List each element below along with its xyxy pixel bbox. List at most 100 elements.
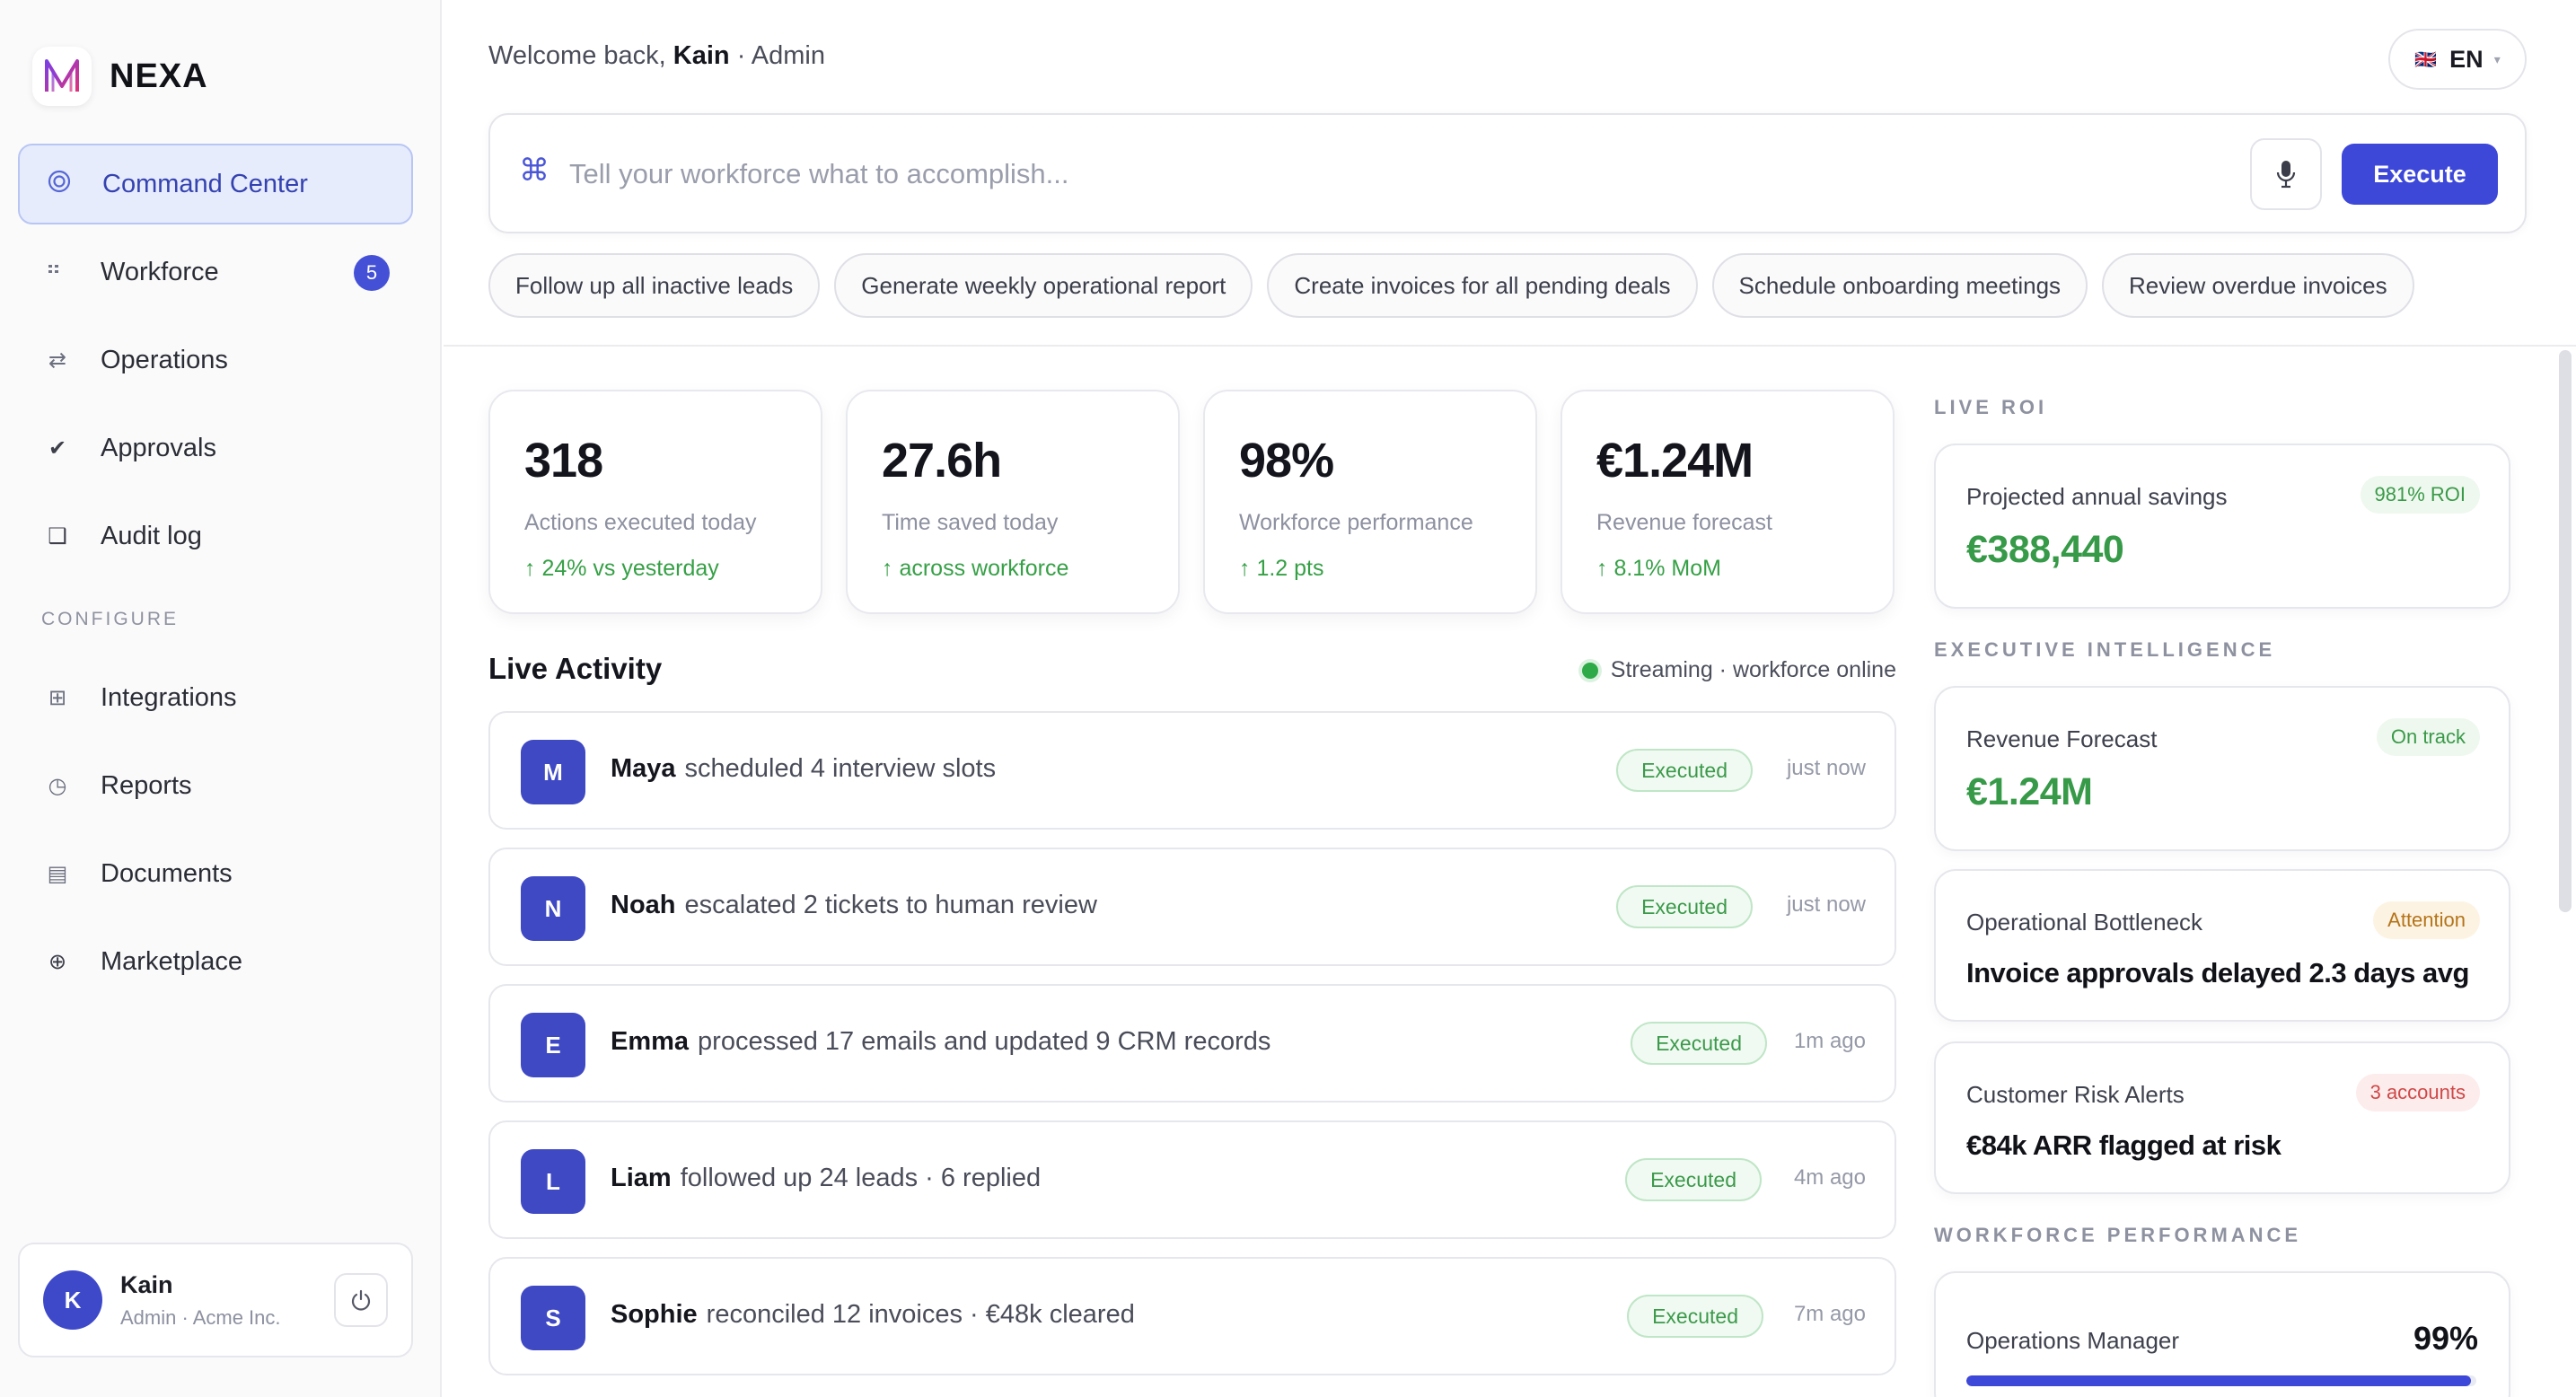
activity-time: 7m ago [1793, 1302, 1866, 1326]
sidebar-item-operations[interactable]: ⇄ Operations [18, 320, 413, 400]
agent-avatar: L [521, 1149, 585, 1214]
stat-label: Time saved today [882, 510, 1059, 535]
activity-row[interactable]: M Maya scheduled 4 interview slots Execut… [488, 711, 1896, 830]
sidebar-item-documents[interactable]: ▤ Documents [18, 833, 413, 914]
user-info: Kain Admin · Acme Inc. [120, 1271, 281, 1330]
activity-row[interactable]: E Emma processed 17 emails and updated 9 … [488, 984, 1896, 1103]
sidebar: NEXA Command Center Workforce 5 ⇄ Operat… [0, 0, 442, 1397]
activity-title: Live Activity [488, 652, 663, 685]
roi-label: Projected annual savings [1966, 483, 2228, 510]
sidebar-item-command-center[interactable]: Command Center [18, 144, 413, 224]
plus-square-icon: ⊞ [48, 685, 67, 710]
stream-status: Streaming · workforce online [1581, 657, 1896, 683]
activity-text: Maya scheduled 4 interview slots [611, 754, 996, 784]
swap-arrows-icon: ⇄ [48, 347, 67, 373]
check-icon: ✔ [48, 435, 67, 461]
activity-text: Liam followed up 24 leads · 6 replied [611, 1164, 1041, 1193]
workforce-count-badge: 5 [354, 255, 390, 291]
perf-value: 99% [2413, 1320, 2478, 1357]
user-name: Kain [120, 1270, 173, 1298]
suggestion-chip[interactable]: Schedule onboarding meetings [1711, 253, 2088, 318]
uk-flag-icon: 🇬🇧 [2414, 49, 2438, 70]
execute-button[interactable]: Execute [2342, 144, 2498, 205]
stat-label: Revenue forecast [1596, 510, 1772, 535]
activity-row[interactable]: S Sophie reconciled 12 invoices · €48k cl… [488, 1257, 1896, 1375]
brand-logo[interactable]: NEXA [32, 47, 208, 106]
activity-time: 4m ago [1793, 1165, 1866, 1190]
command-key-icon: ⌘ [519, 154, 549, 188]
sidebar-item-integrations[interactable]: ⊞ Integrations [18, 657, 413, 738]
status-badge: On track [2376, 718, 2480, 756]
perf-progress-track [1966, 1375, 2476, 1386]
sidebar-item-label: Command Center [102, 169, 308, 198]
exec-intel-label: EXECUTIVE INTELLIGENCE [1934, 638, 2276, 661]
status-badge: 3 accounts [2355, 1074, 2480, 1111]
power-icon [351, 1289, 371, 1311]
top-bar: Welcome back, Kain · Admin 🇬🇧 EN ▾ ⌘ Exe… [444, 0, 2576, 347]
performance-card[interactable]: Operations Manager 99% [1934, 1271, 2510, 1397]
activity-text: Noah escalated 2 tickets to human review [611, 891, 1097, 920]
risk-alerts-card[interactable]: Customer Risk Alerts 3 accounts €84k ARR… [1934, 1041, 2510, 1194]
language-selector[interactable]: 🇬🇧 EN ▾ [2388, 29, 2527, 90]
suggestion-chip[interactable]: Review overdue invoices [2102, 253, 2414, 318]
agent-name: Emma [611, 1027, 690, 1056]
sidebar-item-approvals[interactable]: ✔ Approvals [18, 408, 413, 488]
language-code: EN [2449, 45, 2484, 73]
suggestion-chip[interactable]: Follow up all inactive leads [488, 253, 821, 318]
sidebar-item-reports[interactable]: ◷ Reports [18, 745, 413, 826]
welcome-prefix: Welcome back, [488, 41, 666, 70]
suggestion-chip[interactable]: Create invoices for all pending deals [1267, 253, 1698, 318]
sidebar-item-label: Marketplace [101, 946, 242, 976]
welcome-message: Welcome back, Kain · Admin [488, 41, 825, 71]
agent-avatar: M [521, 740, 585, 804]
card-label: Operational Bottleneck [1966, 909, 2203, 936]
activity-row[interactable]: L Liam followed up 24 leads · 6 replied E… [488, 1120, 1896, 1239]
user-card[interactable]: K Kain Admin · Acme Inc. [18, 1243, 413, 1357]
status-badge: Executed [1616, 885, 1753, 928]
sidebar-item-marketplace[interactable]: ⊕ Marketplace [18, 921, 413, 1002]
welcome-role: · Admin [736, 41, 826, 70]
clock-icon: ◷ [48, 773, 67, 798]
nexa-logo-icon [32, 47, 92, 106]
revenue-forecast-card[interactable]: Revenue Forecast On track €1.24M [1934, 686, 2510, 851]
perf-role: Operations Manager [1966, 1327, 2180, 1354]
configure-section-label: CONFIGURE [41, 609, 179, 629]
grid-dots-icon [43, 259, 72, 286]
plus-circle-icon: ⊕ [48, 949, 67, 974]
status-badge: Executed [1631, 1022, 1767, 1065]
logout-button[interactable] [334, 1273, 388, 1327]
sidebar-item-workforce[interactable]: Workforce 5 [18, 232, 413, 312]
perf-progress-fill [1966, 1375, 2472, 1386]
activity-time: just now [1786, 756, 1866, 780]
command-bar: ⌘ Execute [488, 113, 2527, 233]
activity-description: followed up 24 leads · 6 replied [680, 1164, 1042, 1192]
status-badge: Attention [2373, 901, 2480, 939]
activity-row[interactable]: N Noah escalated 2 tickets to human revie… [488, 848, 1896, 966]
content-scrollbar[interactable] [2559, 350, 2572, 912]
agent-avatar: S [521, 1286, 585, 1350]
voice-input-button[interactable] [2250, 138, 2322, 210]
sidebar-item-label: Integrations [101, 682, 237, 712]
sidebar-item-label: Documents [101, 858, 233, 888]
suggestion-chip[interactable]: Generate weekly operational report [834, 253, 1253, 318]
card-value: €84k ARR flagged at risk [1966, 1129, 2281, 1161]
stat-value: 98% [1239, 434, 1334, 488]
stat-label: Workforce performance [1239, 510, 1473, 535]
card-label: Revenue Forecast [1966, 725, 2158, 752]
sidebar-item-audit-log[interactable]: ❑ Audit log [18, 496, 413, 576]
stat-delta: ↑ 1.2 pts [1239, 556, 1324, 581]
bottleneck-card[interactable]: Operational Bottleneck Attention Invoice… [1934, 869, 2510, 1022]
card-label: Customer Risk Alerts [1966, 1081, 2185, 1108]
sidebar-item-label: Workforce [101, 257, 219, 286]
suggestion-chips: Follow up all inactive leads Generate we… [488, 253, 2429, 318]
activity-text: Sophie reconciled 12 invoices · €48k clea… [611, 1300, 1135, 1330]
target-icon [45, 169, 74, 200]
stat-card-performance: 98% Workforce performance ↑ 1.2 pts [1203, 390, 1537, 614]
agent-name: Sophie [611, 1300, 698, 1329]
stat-card-time-saved: 27.6h Time saved today ↑ across workforc… [846, 390, 1180, 614]
activity-time: 1m ago [1793, 1029, 1866, 1053]
stat-delta: ↑ across workforce [882, 556, 1069, 581]
roi-card[interactable]: Projected annual savings 981% ROI €388,4… [1934, 444, 2510, 609]
roi-badge: 981% ROI [2360, 476, 2480, 514]
command-input[interactable] [569, 149, 2230, 199]
